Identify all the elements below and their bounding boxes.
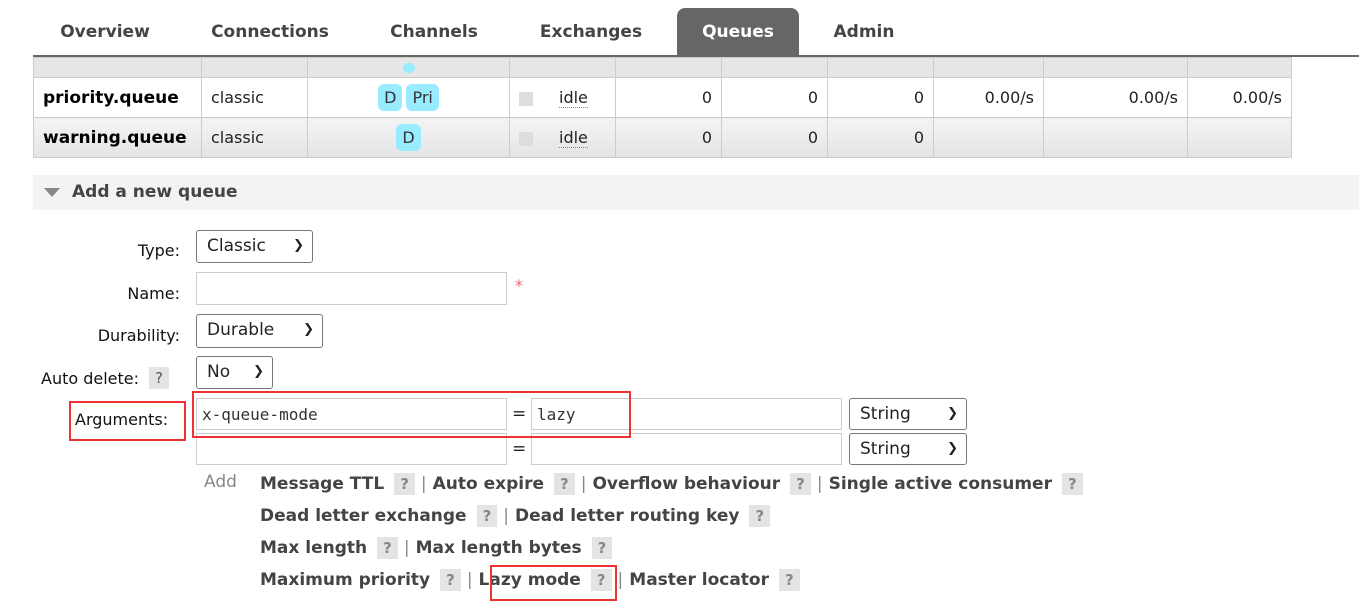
highlight-box	[69, 401, 186, 441]
incoming-rate: 0.00/s	[933, 77, 1044, 118]
help-button[interactable]: ?	[440, 569, 461, 591]
ack-rate	[1187, 117, 1292, 158]
chevron-down-icon: ❯	[293, 238, 304, 253]
ready-count: 0	[615, 77, 722, 118]
auto-delete-label: Auto delete:	[41, 369, 140, 388]
unacked-count: 0	[721, 117, 828, 158]
help-button[interactable]: ?	[1061, 473, 1083, 495]
argument-shortcut-link[interactable]: Dead letter exchange	[260, 506, 467, 526]
separator: |	[580, 474, 587, 494]
incoming-rate	[933, 117, 1044, 158]
queue-type: classic	[201, 117, 308, 158]
tab-exchanges[interactable]: Exchanges	[520, 8, 662, 55]
argument-type-select[interactable]: String ❯	[849, 433, 967, 465]
tab-admin[interactable]: Admin	[815, 8, 913, 55]
chevron-down-icon: ❯	[947, 406, 958, 421]
queue-type: classic	[201, 77, 308, 118]
auto-delete-select[interactable]: No ❯	[196, 356, 273, 389]
help-button[interactable]: ?	[749, 505, 771, 527]
name-input[interactable]	[196, 272, 507, 305]
feature-badge-durable: D	[378, 84, 403, 111]
argument-shortcut-link[interactable]: Dead letter routing key	[515, 506, 739, 526]
chevron-down-icon: ❯	[303, 322, 314, 337]
deliver-rate	[1043, 117, 1188, 158]
queue-state: idle	[559, 88, 588, 108]
tab-queues[interactable]: Queues	[677, 8, 799, 55]
type-value: Classic	[207, 236, 266, 256]
unacked-count: 0	[721, 77, 828, 118]
argument-shortcut-link[interactable]: Max length	[260, 538, 367, 558]
tab-connections[interactable]: Connections	[190, 8, 350, 55]
argument-shortcut-link[interactable]: Message TTL	[260, 474, 384, 494]
total-count: 0	[827, 77, 934, 118]
ack-rate: 0.00/s	[1187, 77, 1292, 118]
state-indicator	[519, 131, 533, 146]
argument-shortcut-link[interactable]: Master locator	[629, 570, 769, 590]
help-button[interactable]: ?	[149, 367, 169, 389]
durability-value: Durable	[207, 320, 275, 340]
argument-type-value: String	[860, 439, 911, 459]
required-marker: *	[515, 276, 523, 295]
separator: |	[617, 570, 624, 590]
help-button[interactable]: ?	[377, 537, 398, 559]
separator: |	[816, 474, 823, 494]
argument-shortcut-link[interactable]: Overflow behaviour	[592, 474, 780, 494]
durability-label: Durability:	[97, 326, 180, 345]
help-button[interactable]: ?	[591, 537, 613, 559]
auto-delete-value: No	[207, 362, 231, 382]
separator: |	[466, 570, 473, 590]
help-button[interactable]: ?	[476, 505, 498, 527]
type-select[interactable]: Classic ❯	[196, 230, 313, 263]
type-label: Type:	[137, 241, 180, 260]
triangle-down-icon	[44, 187, 60, 197]
highlight-box	[490, 565, 617, 601]
help-button[interactable]: ?	[779, 569, 800, 591]
separator: |	[503, 506, 510, 526]
tab-channels[interactable]: Channels	[370, 8, 498, 55]
separator: |	[403, 538, 410, 558]
feature-badge-durable: D	[396, 124, 421, 151]
chevron-down-icon: ❯	[253, 364, 264, 379]
table-row[interactable]	[33, 57, 1292, 78]
feature-badge-priority: Pri	[406, 84, 439, 111]
highlight-box	[192, 391, 631, 438]
chevron-down-icon: ❯	[947, 441, 958, 456]
help-button[interactable]: ?	[790, 473, 811, 495]
table-row[interactable]: priority.queue classic D Pri idle 0 0 0 0…	[33, 77, 1292, 118]
argument-type-select[interactable]: String ❯	[849, 398, 967, 430]
tab-overview[interactable]: Overview	[40, 8, 170, 55]
queue-name-link[interactable]: priority.queue	[33, 77, 202, 118]
section-title: Add a new queue	[72, 182, 238, 202]
queues-table: priority.queue classic D Pri idle 0 0 0 0…	[33, 57, 1292, 158]
name-label: Name:	[127, 284, 180, 303]
total-count: 0	[827, 117, 934, 158]
deliver-rate: 0.00/s	[1043, 77, 1188, 118]
table-row[interactable]: warning.queue classic D idle 0 0 0	[33, 117, 1292, 158]
argument-shortcuts-row: Dead letter exchange? | Dead letter routin…	[260, 505, 776, 527]
argument-shortcut-link[interactable]: Max length bytes	[416, 538, 582, 558]
help-button[interactable]: ?	[554, 473, 575, 495]
argument-shortcut-link[interactable]: Auto expire	[433, 474, 544, 494]
argument-shortcut-link[interactable]: Maximum priority	[260, 570, 430, 590]
equals-sign: =	[512, 439, 527, 459]
state-indicator	[519, 91, 533, 106]
feature-badge	[402, 63, 415, 73]
help-button[interactable]: ?	[394, 473, 415, 495]
separator: |	[420, 474, 427, 494]
queue-name-link[interactable]: warning.queue	[33, 117, 202, 158]
ready-count: 0	[615, 117, 722, 158]
durability-select[interactable]: Durable ❯	[196, 314, 323, 348]
add-label: Add	[204, 472, 237, 492]
argument-shortcuts-row: Message TTL? | Auto expire? | Overflow behav…	[260, 473, 1089, 495]
argument-shortcut-link[interactable]: Single active consumer	[829, 474, 1052, 494]
queue-state: idle	[559, 128, 588, 148]
add-queue-section-toggle[interactable]: Add a new queue	[33, 175, 1359, 210]
argument-type-value: String	[860, 404, 911, 424]
argument-shortcuts-row: Max length? | Max length bytes?	[260, 537, 618, 559]
